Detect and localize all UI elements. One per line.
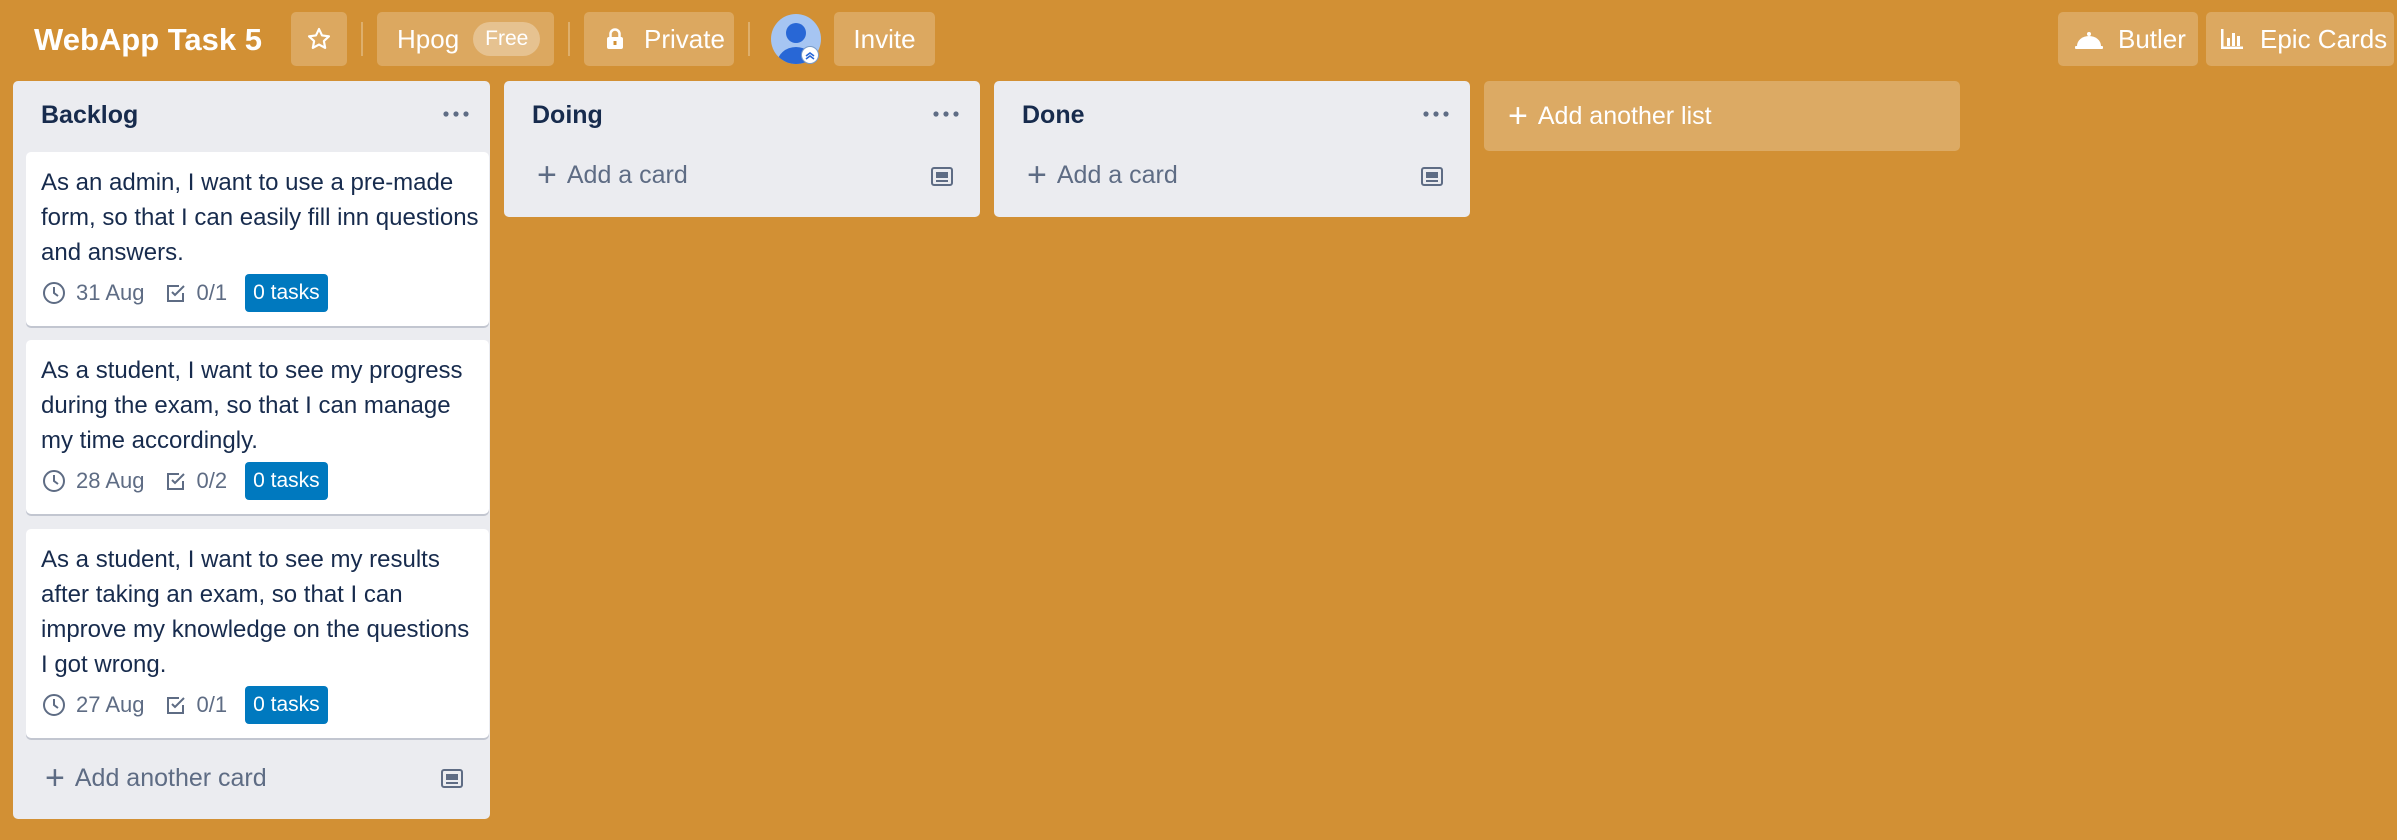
checklist-badge: 0/2 (165, 468, 228, 494)
list-doing: Doing + Add a card (504, 81, 980, 217)
checklist-badge: 0/1 (165, 280, 228, 306)
list-backlog: Backlog As an admin, I want to use a pre… (13, 81, 490, 819)
checklist-count: 0/1 (196, 280, 228, 305)
due-date-badge: 28 Aug (42, 468, 145, 494)
due-date: 27 Aug (76, 692, 145, 717)
checklist-icon (166, 285, 185, 302)
tasks-badge: 0 tasks (245, 462, 328, 500)
checklist-count: 0/2 (196, 468, 228, 493)
due-date-badge: 31 Aug (42, 280, 145, 306)
due-date-badge: 27 Aug (42, 692, 145, 718)
add-card-button[interactable]: + Add a card (537, 156, 688, 194)
plus-icon: + (1508, 97, 1528, 135)
checklist-icon (166, 473, 185, 490)
butler-button[interactable]: Butler (2058, 12, 2198, 66)
clock-icon (43, 470, 65, 492)
checklist-icon (166, 697, 185, 714)
add-card-label: Add another card (74, 763, 267, 792)
epic-cards-label: Epic Cards (2260, 24, 2388, 54)
butler-icon (2075, 32, 2103, 49)
star-button[interactable] (291, 12, 347, 66)
add-card-button[interactable]: + Add a card (1027, 156, 1178, 194)
list-done: Done + Add a card (994, 81, 1470, 217)
more-icon[interactable] (1423, 109, 1449, 119)
invite-button[interactable]: Invite (834, 12, 935, 66)
template-icon[interactable] (1420, 165, 1444, 189)
card-badges: 31 Aug 0/1 0 tasks (42, 273, 328, 313)
add-card-button[interactable]: + Add another card (45, 759, 267, 797)
clock-icon (43, 282, 65, 304)
epic-cards-button[interactable]: Epic Cards (2206, 12, 2394, 66)
butler-label: Butler (2118, 24, 2186, 54)
add-card-label: Add a card (566, 160, 688, 189)
list-title[interactable]: Doing (532, 99, 603, 131)
card-title: As an admin, I want to use a pre-made fo… (41, 169, 479, 266)
plus-icon: + (45, 759, 65, 797)
tasks-badge: 0 tasks (245, 686, 328, 724)
checklist-badge: 0/1 (165, 692, 228, 718)
plus-icon: + (537, 156, 557, 194)
due-date: 31 Aug (76, 280, 145, 305)
template-icon[interactable] (440, 767, 464, 791)
board-header: WebApp Task 5 Hpog Free Private Invite B… (0, 0, 2397, 80)
card-badges: 27 Aug 0/1 0 tasks (42, 685, 328, 725)
checklist-count: 0/1 (196, 692, 228, 717)
header-divider (748, 22, 750, 56)
more-icon[interactable] (933, 109, 959, 119)
workspace-plan-badge: Free (473, 22, 541, 56)
card[interactable]: As an admin, I want to use a pre-made fo… (26, 152, 489, 326)
header-divider (361, 22, 363, 56)
plus-icon: + (1027, 156, 1047, 194)
invite-label: Invite (853, 24, 916, 54)
workspace-button[interactable]: Hpog Free (377, 12, 554, 66)
more-icon[interactable] (443, 109, 469, 119)
card-title: As a student, I want to see my progress … (41, 357, 463, 454)
header-divider (568, 22, 570, 56)
template-icon[interactable] (930, 165, 954, 189)
add-list-button[interactable]: + Add another list (1484, 81, 1960, 151)
visibility-button[interactable]: Private (584, 12, 734, 66)
card-badges: 28 Aug 0/2 0 tasks (42, 461, 328, 501)
add-card-label: Add a card (1056, 160, 1178, 189)
add-list-label: Add another list (1537, 101, 1712, 130)
clock-icon (43, 694, 65, 716)
card[interactable]: As a student, I want to see my results a… (26, 529, 489, 738)
list-title[interactable]: Done (1022, 99, 1085, 131)
board-title[interactable]: WebApp Task 5 (34, 18, 262, 62)
visibility-label: Private (644, 24, 725, 54)
workspace-name: Hpog (397, 24, 460, 54)
chart-icon (2221, 29, 2243, 49)
admin-chevron-icon (801, 46, 819, 64)
tasks-badge: 0 tasks (245, 274, 328, 312)
lock-icon (607, 28, 623, 49)
due-date: 28 Aug (76, 468, 145, 493)
list-title[interactable]: Backlog (41, 99, 138, 131)
card-title: As a student, I want to see my results a… (41, 546, 470, 678)
star-icon (307, 27, 331, 49)
card[interactable]: As a student, I want to see my progress … (26, 340, 489, 514)
